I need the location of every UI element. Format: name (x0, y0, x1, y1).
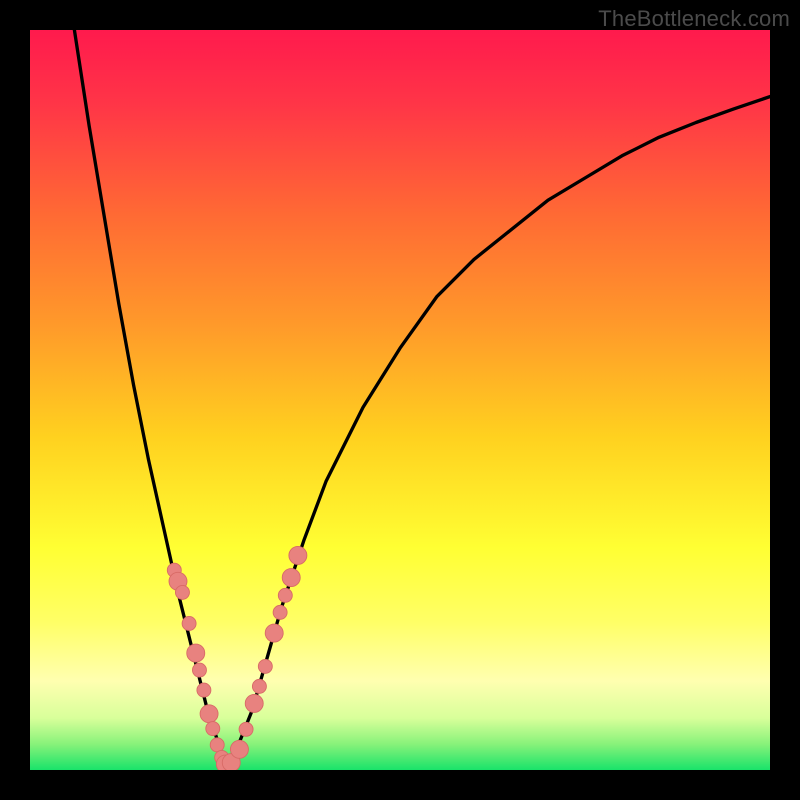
curve-layer (30, 30, 770, 770)
dot (210, 738, 224, 752)
dot (187, 644, 205, 662)
chart-frame: TheBottleneck.com (0, 0, 800, 800)
dot (265, 624, 283, 642)
dot (192, 663, 206, 677)
dot (197, 683, 211, 697)
dot (182, 616, 196, 630)
curve-right-branch (228, 97, 770, 767)
plot-area (30, 30, 770, 770)
dot (175, 585, 189, 599)
dot (206, 722, 220, 736)
curve-lines (74, 30, 770, 766)
scatter-dots (167, 546, 307, 770)
dot (230, 740, 248, 758)
dot (239, 722, 253, 736)
dot (252, 679, 266, 693)
dot (289, 546, 307, 564)
dot (278, 588, 292, 602)
watermark-text: TheBottleneck.com (598, 6, 790, 32)
dot (258, 659, 272, 673)
dot (273, 605, 287, 619)
dot (282, 569, 300, 587)
dot (245, 694, 263, 712)
dot (200, 705, 218, 723)
